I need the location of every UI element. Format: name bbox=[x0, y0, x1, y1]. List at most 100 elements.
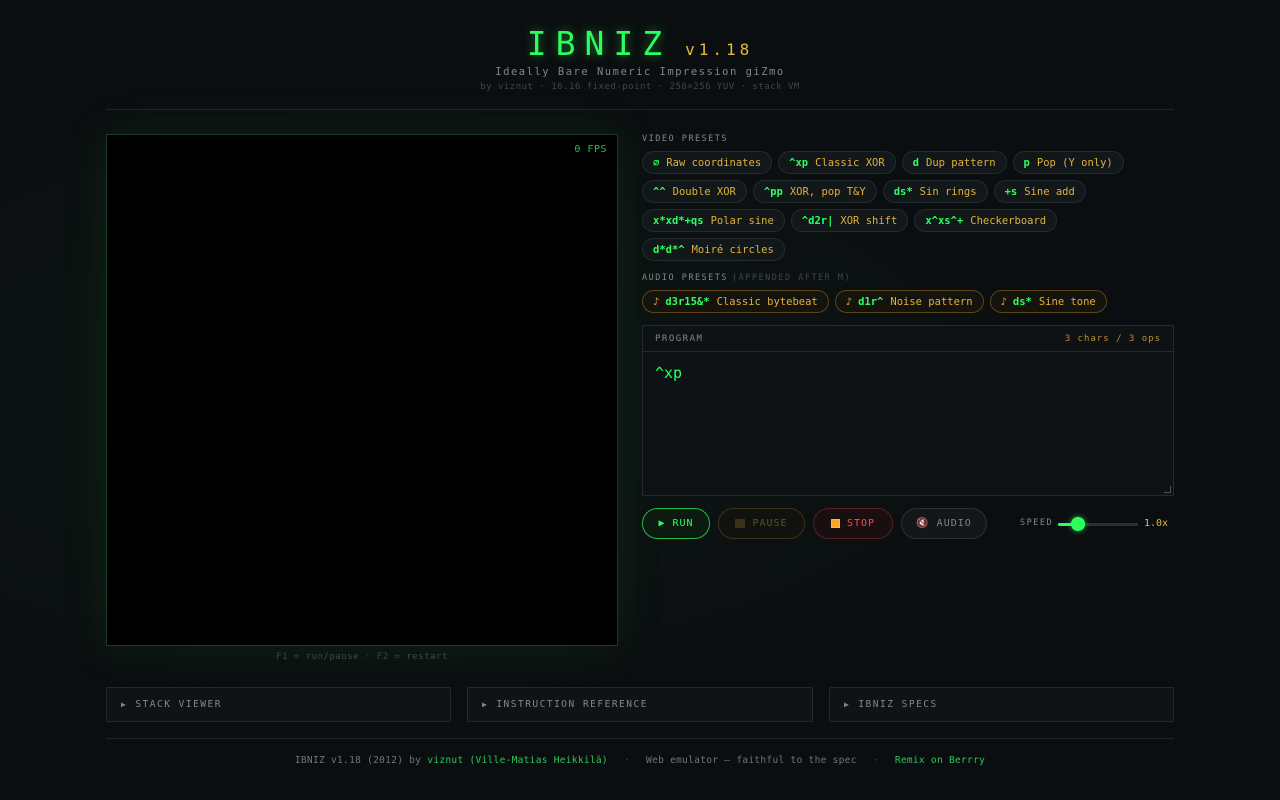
fps-counter: 0 FPS bbox=[574, 144, 607, 155]
audio-preset-chip[interactable]: ♪ d1r^ Noise pattern bbox=[834, 290, 984, 313]
music-note-icon: ♪ bbox=[653, 295, 660, 308]
preset-label: Classic XOR bbox=[815, 156, 885, 169]
stack-viewer-panel[interactable]: ▶ STACK VIEWER bbox=[106, 687, 451, 722]
video-preset-chip[interactable]: ^^ Double XOR bbox=[642, 180, 747, 203]
expand-arrow-icon: ▶ bbox=[844, 700, 851, 709]
preset-label: Double XOR bbox=[672, 185, 736, 198]
author-link[interactable]: viznut (Ville-Matias Heikkilä) bbox=[427, 755, 608, 766]
render-canvas[interactable]: 0 FPS bbox=[106, 134, 618, 646]
program-label: PROGRAM bbox=[655, 333, 704, 344]
preset-code: ds* bbox=[893, 185, 913, 198]
panel-label: STACK VIEWER bbox=[135, 699, 222, 710]
music-note-icon: ♪ bbox=[845, 295, 853, 308]
resize-grip-icon[interactable] bbox=[1164, 486, 1171, 493]
header: IBNIZ v1.18 Ideally Bare Numeric Impressi… bbox=[106, 0, 1174, 110]
footer-prefix: IBNIZ v1.18 (2012) by bbox=[294, 755, 422, 766]
footer-separator: · bbox=[872, 755, 879, 766]
stop-button[interactable]: STOP bbox=[813, 508, 893, 539]
preset-label: XOR, pop T&Y bbox=[789, 185, 866, 198]
speed-value: 1.0x bbox=[1144, 518, 1169, 529]
speed-slider-thumb[interactable] bbox=[1071, 517, 1085, 531]
ibniz-specs-panel[interactable]: ▶ IBNIZ SPECS bbox=[829, 687, 1174, 722]
video-preset-chip[interactable]: ∅ Raw coordinates bbox=[642, 151, 773, 174]
audio-button-label: AUDIO bbox=[936, 518, 972, 529]
preset-label: Pop (Y only) bbox=[1036, 156, 1113, 169]
preset-code: ^d2r| bbox=[801, 214, 834, 227]
preset-code: p bbox=[1023, 156, 1030, 169]
video-preset-chip[interactable]: +s Sine add bbox=[993, 180, 1086, 203]
remix-link[interactable]: Remix on Berrry bbox=[895, 755, 985, 766]
stop-icon bbox=[830, 519, 840, 528]
video-preset-chip[interactable]: ^pp XOR, pop T&Y bbox=[752, 180, 877, 203]
footer: IBNIZ v1.18 (2012) by viznut (Ville-Mati… bbox=[106, 738, 1174, 766]
video-preset-chip[interactable]: ^d2r| XOR shift bbox=[790, 209, 909, 232]
audio-button[interactable]: 🔇 AUDIO bbox=[901, 508, 987, 539]
controls-bar: ▶ RUN PAUSE STOP 🔇 AUDIO SPEED 1.0x bbox=[642, 508, 1174, 539]
run-button-label: RUN bbox=[672, 518, 694, 529]
panel-label: INSTRUCTION REFERENCE bbox=[496, 699, 648, 710]
preset-code: d*d*^ bbox=[653, 243, 685, 256]
program-editor: PROGRAM 3 chars / 3 ops bbox=[642, 325, 1174, 496]
preset-label: Dup pattern bbox=[926, 156, 996, 169]
preset-label: Sine tone bbox=[1038, 295, 1096, 308]
stop-button-label: STOP bbox=[846, 518, 876, 529]
app-version: v1.18 bbox=[685, 40, 754, 59]
preset-label: Polar sine bbox=[710, 214, 774, 227]
preset-code: x*xd*+qs bbox=[653, 214, 704, 227]
panel-label: IBNIZ SPECS bbox=[858, 699, 938, 710]
preset-label: Moiré circles bbox=[691, 243, 774, 256]
preset-label: Checkerboard bbox=[970, 214, 1047, 227]
speed-label: SPEED bbox=[1020, 518, 1054, 528]
footer-separator: · bbox=[623, 755, 630, 766]
preset-label: Sin rings bbox=[919, 185, 977, 198]
audio-presets-label-text: AUDIO PRESETS bbox=[642, 273, 729, 283]
preset-label: Classic bytebeat bbox=[716, 295, 818, 308]
pause-button[interactable]: PAUSE bbox=[718, 508, 805, 539]
audio-presets-label: AUDIO PRESETS (APPENDED AFTER M) bbox=[642, 273, 851, 283]
preset-label: Raw coordinates bbox=[666, 156, 762, 169]
video-preset-chip[interactable]: x*xd*+qs Polar sine bbox=[642, 209, 785, 232]
video-preset-chip[interactable]: ds* Sin rings bbox=[882, 180, 988, 203]
video-presets-label: VIDEO PRESETS bbox=[642, 134, 728, 144]
video-presets-label-text: VIDEO PRESETS bbox=[642, 134, 729, 144]
program-char-count: 3 chars / 3 ops bbox=[1064, 333, 1161, 344]
preset-label: Noise pattern bbox=[890, 295, 973, 308]
preset-code: d bbox=[912, 156, 919, 169]
instruction-reference-panel[interactable]: ▶ INSTRUCTION REFERENCE bbox=[467, 687, 813, 722]
run-button[interactable]: ▶ RUN bbox=[642, 508, 710, 539]
music-note-icon: ♪ bbox=[1000, 295, 1007, 308]
keyboard-hint: F1 = run/pause · F2 = restart bbox=[276, 652, 448, 662]
footer-middle: Web emulator — faithful to the spec bbox=[646, 755, 857, 766]
pause-icon bbox=[735, 519, 746, 528]
audio-preset-chip[interactable]: ♪ d3r15&* Classic bytebeat bbox=[642, 290, 829, 313]
app-title: IBNIZ bbox=[526, 24, 672, 63]
expand-arrow-icon: ▶ bbox=[121, 700, 128, 709]
preset-label: Sine add bbox=[1024, 185, 1075, 198]
play-icon: ▶ bbox=[658, 518, 666, 529]
speed-slider[interactable] bbox=[1058, 517, 1138, 531]
audio-preset-chip[interactable]: ♪ ds* Sine tone bbox=[989, 290, 1107, 313]
audio-presets-sublabel: (APPENDED AFTER M) bbox=[732, 273, 852, 283]
preset-label: XOR shift bbox=[840, 214, 898, 227]
preset-code: ^^ bbox=[653, 185, 666, 198]
preset-code: d1r^ bbox=[858, 295, 884, 308]
audio-presets-list: ♪ d3r15&* Classic bytebeat ♪ d1r^ Noise patte… bbox=[642, 290, 1174, 313]
pause-button-label: PAUSE bbox=[752, 518, 788, 529]
program-header: PROGRAM 3 chars / 3 ops bbox=[643, 326, 1173, 352]
title-row: IBNIZ v1.18 bbox=[106, 24, 1174, 63]
video-preset-chip[interactable]: d*d*^ Moiré circles bbox=[642, 238, 785, 261]
preset-code: x^xs^+ bbox=[925, 214, 964, 227]
preset-code: ∅ bbox=[653, 156, 660, 169]
app-subtitle: Ideally Bare Numeric Impression giZmo bbox=[495, 66, 785, 78]
video-preset-chip[interactable]: p Pop (Y only) bbox=[1012, 151, 1124, 174]
preset-code: ds* bbox=[1012, 295, 1032, 308]
app-byline: by viznut · 16.16 fixed-point · 256×256 … bbox=[480, 82, 800, 92]
muted-speaker-icon: 🔇 bbox=[916, 518, 930, 529]
video-preset-chip[interactable]: ^xp Classic XOR bbox=[778, 151, 896, 174]
preset-code: ^pp bbox=[763, 185, 783, 198]
video-preset-chip[interactable]: x^xs^+ Checkerboard bbox=[914, 209, 1058, 232]
video-preset-chip[interactable]: d Dup pattern bbox=[901, 151, 1007, 174]
expand-arrow-icon: ▶ bbox=[482, 700, 489, 709]
program-textarea[interactable] bbox=[643, 352, 1173, 495]
preset-code: ^xp bbox=[789, 156, 809, 169]
